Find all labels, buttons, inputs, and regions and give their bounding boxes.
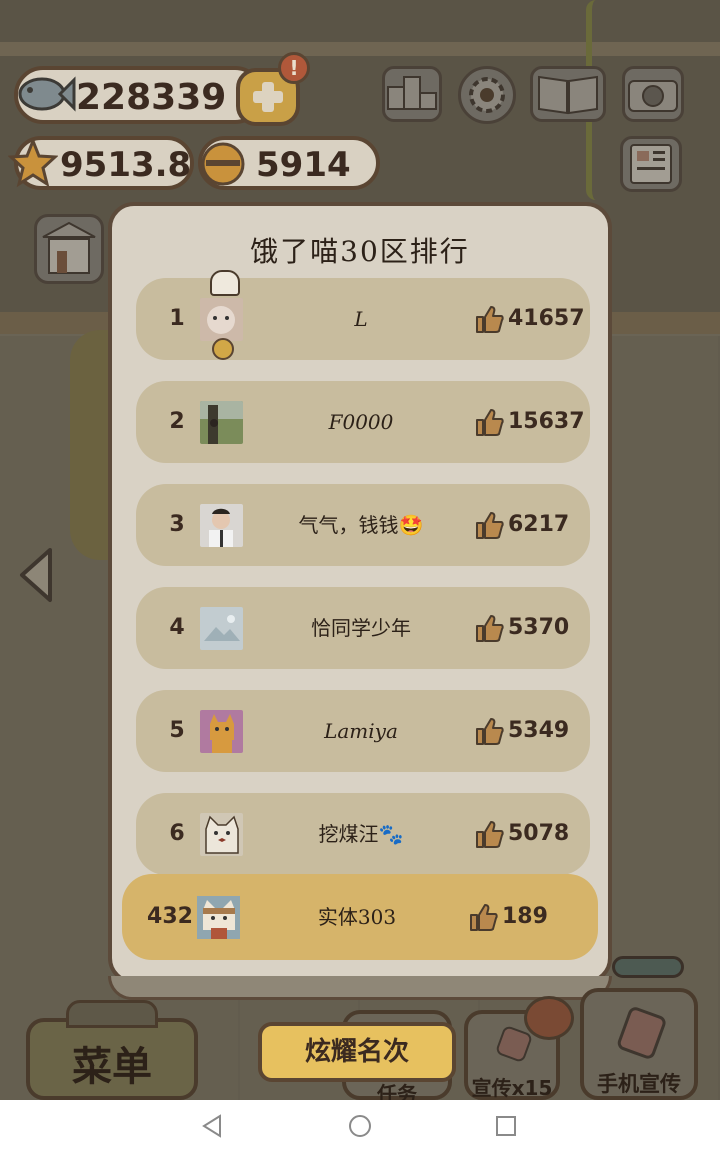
alert-mark: ! — [289, 56, 299, 80]
settings-button[interactable] — [458, 66, 516, 124]
handbook-button[interactable] — [530, 66, 606, 122]
leaderboard-panel: 饿了喵30区排行 1 L 41657 2 F0000 15637 3 气气，钱钱… — [108, 202, 612, 984]
leaderboard-row: 3 气气，钱钱🤩 6217 — [136, 484, 590, 566]
news-button[interactable] — [620, 136, 682, 192]
row-player-name: L — [354, 307, 368, 331]
row-likes: 5349 — [508, 718, 570, 743]
leaderboard-row: 1 L 41657 — [136, 270, 590, 360]
my-likes: 189 — [502, 904, 548, 929]
bell-count: 5914 — [256, 145, 351, 185]
row-likes: 41657 — [508, 306, 585, 331]
my-avatar[interactable] — [197, 896, 240, 939]
shop-button[interactable] — [34, 214, 104, 284]
thumbs-up-icon — [470, 904, 498, 931]
system-nav-bar — [0, 1100, 720, 1152]
leaderboard-row: 4 恰同学少年 5370 — [136, 587, 590, 669]
row-player-name: 气气，钱钱🤩 — [298, 513, 424, 537]
thumbs-up-icon — [476, 718, 504, 745]
show-off-rank-label: 炫耀名次 — [304, 1037, 409, 1067]
leaderboard-row: 2 F0000 15637 — [136, 381, 590, 463]
menu-button[interactable]: 菜单 — [26, 1018, 198, 1100]
ranking-button[interactable] — [382, 66, 442, 122]
avatar[interactable] — [200, 504, 243, 547]
nav-home-icon[interactable] — [346, 1112, 374, 1140]
avatar[interactable] — [200, 607, 243, 650]
menu-label: 菜单 — [72, 1044, 152, 1090]
progress-strip — [612, 956, 684, 978]
phone-icon — [617, 1007, 666, 1059]
row-player-name: 挖煤汪🐾 — [318, 822, 404, 846]
arrow-left-icon — [20, 548, 52, 602]
my-player-name: 实体303 — [317, 905, 397, 929]
row-player-name: 恰同学少年 — [311, 616, 411, 640]
thumbs-up-icon — [476, 306, 504, 333]
leaderboard-row: 5 Lamiya 5349 — [136, 690, 590, 772]
star-value: 9513.8 — [60, 145, 192, 185]
avatar[interactable] — [200, 813, 243, 856]
chef-hat-icon — [210, 270, 240, 296]
row-player-name: Lamiya — [324, 719, 398, 743]
menu-board-top — [66, 1000, 158, 1028]
row-likes: 15637 — [508, 409, 585, 434]
promote-alert-badge — [524, 996, 574, 1040]
avatar[interactable] — [200, 710, 243, 753]
panel-shadow — [108, 976, 612, 1000]
camera-button[interactable] — [622, 66, 684, 122]
phone-promote-button[interactable]: 手机宣传 — [580, 988, 698, 1100]
scroll-left-button[interactable] — [14, 544, 58, 606]
fish-count: 228339 — [76, 77, 227, 118]
wall-beam — [0, 42, 720, 56]
gear-icon — [469, 77, 505, 113]
news-icon — [630, 144, 672, 184]
my-rank-row: 432 实体303 189 — [122, 874, 598, 960]
shop-icon — [42, 221, 96, 274]
leaderboard-title: 饿了喵30区排行 — [250, 235, 470, 268]
row-likes: 5078 — [508, 821, 570, 846]
promote-label: 宣传x15 — [471, 1076, 553, 1100]
camera-icon — [628, 80, 678, 112]
row-likes: 5370 — [508, 615, 570, 640]
nav-recent-icon[interactable] — [492, 1112, 520, 1140]
thumbs-up-icon — [476, 821, 504, 848]
book-icon — [538, 75, 598, 115]
phone-promote-label: 手机宣传 — [597, 1072, 681, 1096]
avatar[interactable] — [200, 401, 243, 444]
show-off-rank-button[interactable]: 炫耀名次 — [258, 1022, 456, 1082]
thumbs-up-icon — [476, 512, 504, 539]
thumbs-up-icon — [476, 409, 504, 436]
row-likes: 6217 — [508, 512, 570, 537]
bell-icon — [201, 142, 245, 186]
fish-icon — [18, 76, 76, 112]
ranking-icon — [387, 76, 437, 110]
nav-back-icon[interactable] — [198, 1112, 226, 1140]
medal-icon — [212, 338, 234, 360]
star-icon — [8, 138, 58, 188]
row-player-name: F0000 — [328, 410, 394, 434]
leaderboard-row: 6 挖煤汪🐾 5078 — [136, 793, 590, 875]
avatar[interactable] — [200, 298, 243, 341]
alert-badge: ! — [278, 52, 310, 84]
thumbs-up-icon — [476, 615, 504, 642]
